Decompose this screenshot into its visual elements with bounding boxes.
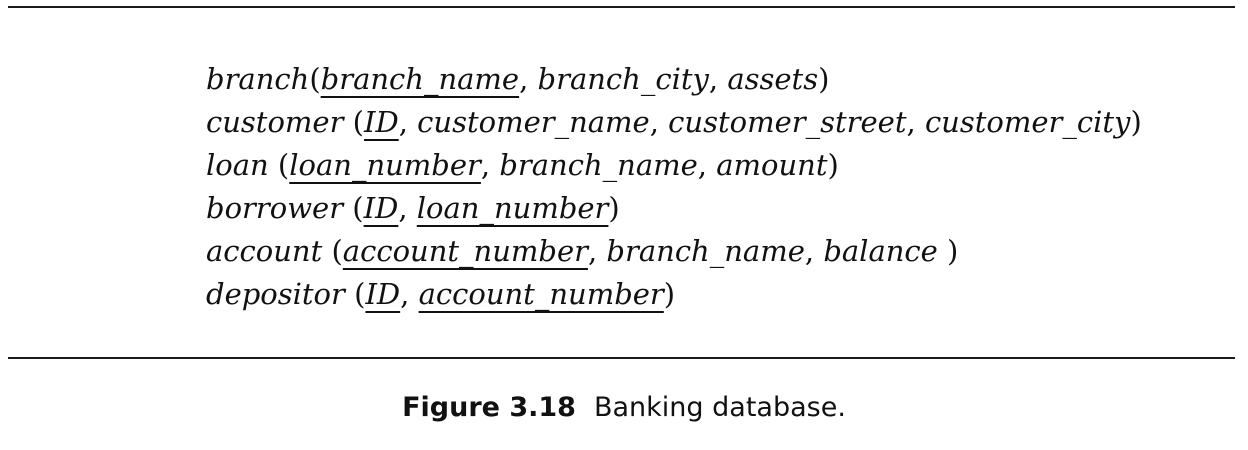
schema-line-account: account (account_number, branch_name, ba… [206, 230, 1142, 273]
close-paren: ) [937, 234, 959, 268]
bottom-rule [8, 357, 1235, 359]
schema-line-loan: loan (loan_number, branch_name, amount) [206, 144, 1142, 187]
primary-key-attribute: loan_number [416, 191, 609, 225]
open-paren: ( [344, 277, 366, 311]
close-paren: ) [1130, 105, 1142, 139]
primary-key-attribute: account_number [418, 277, 664, 311]
open-paren: ( [268, 148, 290, 182]
attribute: customer_street [668, 105, 907, 139]
primary-key-attribute: ID [365, 277, 401, 311]
figure-caption: Figure 3.18 Banking database. [0, 392, 1248, 423]
attribute-separator: , [804, 234, 824, 268]
attribute: branch_name [606, 234, 805, 268]
attribute-separator: , [398, 191, 417, 225]
schema-line-depositor: depositor (ID, account_number) [206, 273, 1142, 316]
relation-name: loan [206, 148, 269, 182]
primary-key-attribute: branch_name [320, 62, 520, 96]
close-paren: ) [608, 191, 620, 225]
attribute: branch_city [537, 62, 709, 96]
attribute-separator: , [697, 148, 717, 182]
open-paren: ( [343, 105, 364, 139]
relation-name: borrower [206, 191, 344, 225]
schema-line-branch: branch(branch_name, branch_city, assets) [206, 58, 1142, 101]
schema-line-borrower: borrower (ID, loan_number) [206, 187, 1142, 230]
figure-label: Figure 3.18 [402, 392, 576, 423]
attribute: amount [716, 148, 828, 182]
open-paren: ( [309, 62, 321, 96]
attribute-separator: , [400, 277, 419, 311]
relation-name: account [206, 234, 323, 268]
attribute: customer_name [417, 105, 650, 139]
primary-key-attribute: account_number [342, 234, 588, 268]
attribute: balance [823, 234, 938, 268]
schema-list: branch(branch_name, branch_city, assets)… [206, 58, 1142, 316]
attribute-separator: , [480, 148, 500, 182]
relation-name: customer [206, 105, 344, 139]
attribute-separator: , [708, 62, 728, 96]
relation-name: depositor [206, 277, 345, 311]
primary-key-attribute: ID [363, 191, 399, 225]
primary-key-attribute: loan_number [289, 148, 481, 182]
attribute-separator: , [649, 105, 669, 139]
relation-name: branch [206, 62, 310, 96]
schema-line-customer: customer (ID, customer_name, customer_st… [206, 101, 1142, 144]
top-rule [8, 6, 1235, 8]
close-paren: ) [827, 148, 839, 182]
open-paren: ( [343, 191, 364, 225]
attribute-separator: , [587, 234, 607, 268]
attribute: customer_city [924, 105, 1131, 139]
attribute-separator: , [519, 62, 538, 96]
primary-key-attribute: ID [364, 105, 399, 139]
attribute: assets [727, 62, 819, 96]
attribute: branch_name [499, 148, 698, 182]
attribute-separator: , [906, 105, 925, 139]
figure-caption-text: Banking database. [593, 392, 846, 423]
open-paren: ( [322, 234, 343, 268]
attribute-separator: , [398, 105, 418, 139]
close-paren: ) [818, 62, 830, 96]
close-paren: ) [663, 277, 676, 311]
